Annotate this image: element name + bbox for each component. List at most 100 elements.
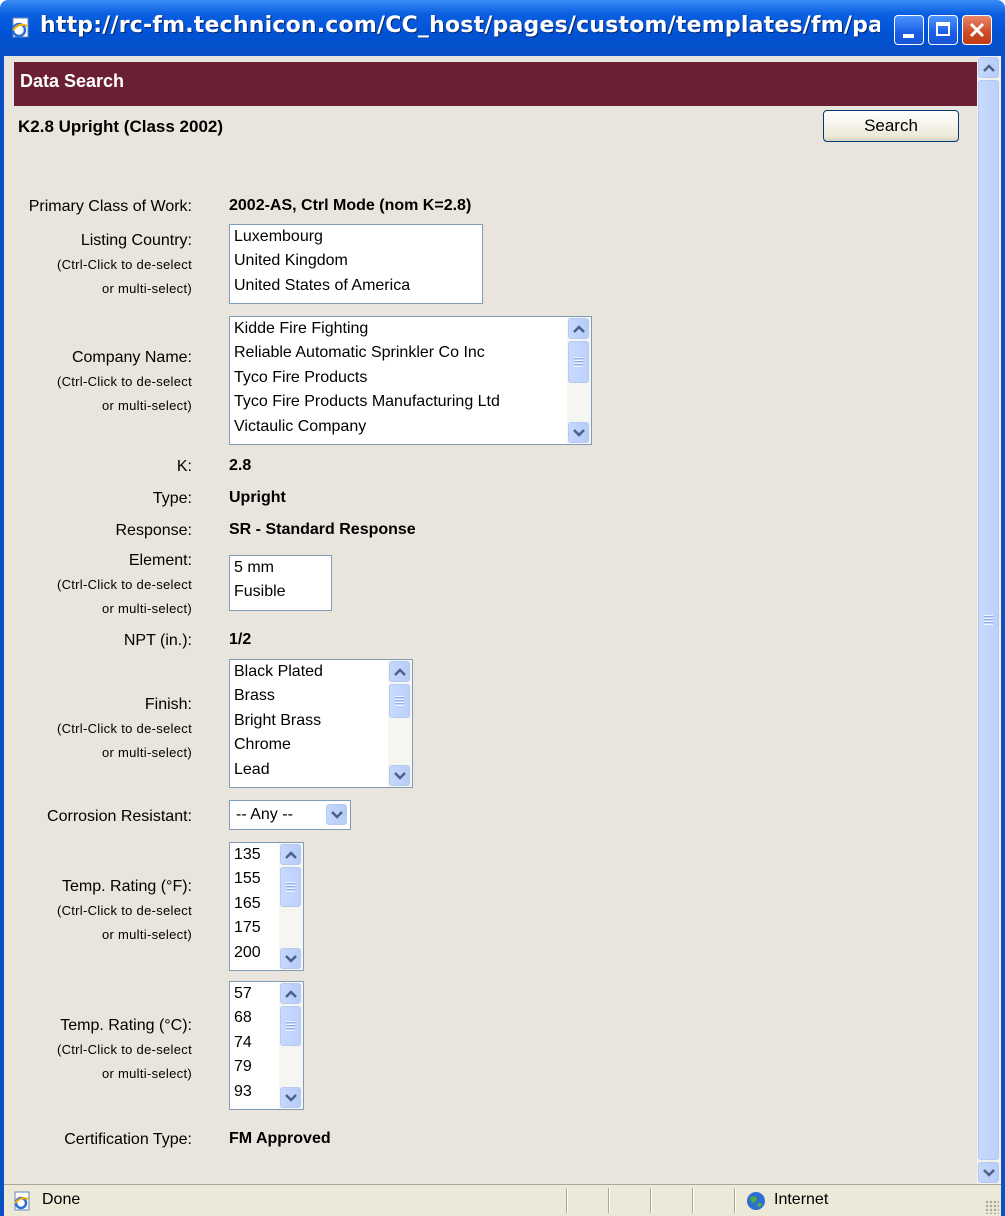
- type-value: Upright: [229, 489, 286, 506]
- primary-class-label: Primary Class of Work:: [28, 198, 192, 215]
- list-item[interactable]: Victaulic Company: [230, 415, 591, 439]
- temp-f-listbox[interactable]: 135 155 165 175 200: [229, 842, 304, 971]
- temp-f-label: Temp. Rating (°F):: [62, 878, 192, 895]
- scroll-thumb[interactable]: [280, 1006, 301, 1046]
- ie-page-icon: [14, 1191, 30, 1211]
- search-button[interactable]: Search: [823, 110, 959, 142]
- element-listbox[interactable]: 5 mm Fusible: [229, 555, 332, 611]
- element-hint-2: or multi-select): [101, 601, 192, 616]
- data-search-banner: Data Search: [14, 62, 977, 106]
- list-item[interactable]: Brass: [230, 684, 412, 708]
- certification-type-label: Certification Type:: [64, 1131, 192, 1148]
- page-scroll-down-button[interactable]: [978, 1162, 999, 1183]
- listing-country-listbox[interactable]: Luxembourg United Kingdom United States …: [229, 224, 483, 304]
- status-divider: [650, 1188, 652, 1213]
- scroll-down-button[interactable]: [389, 765, 410, 786]
- banner-title: Data Search: [20, 71, 125, 91]
- temp-c-label: Temp. Rating (°C):: [60, 1017, 192, 1034]
- close-button[interactable]: [962, 15, 992, 45]
- scroll-up-button[interactable]: [568, 318, 589, 339]
- chevron-down-icon: [983, 1169, 995, 1177]
- status-divider: [566, 1188, 568, 1213]
- scroll-thumb[interactable]: [568, 341, 589, 383]
- list-item[interactable]: Bright Brass: [230, 709, 412, 733]
- chevron-down-icon: [331, 811, 343, 819]
- scroll-thumb[interactable]: [389, 684, 410, 718]
- close-icon: [969, 22, 985, 38]
- temp-f-scrollbar[interactable]: [279, 843, 303, 970]
- temp-c-hint-1: (Ctrl-Click to de-select: [56, 1042, 192, 1057]
- chevron-up-icon: [285, 851, 297, 859]
- finish-label: Finish:: [144, 696, 192, 713]
- company-name-label: Company Name:: [71, 349, 192, 366]
- list-item[interactable]: Luxembourg: [230, 225, 482, 249]
- browser-client-area: Data Search K2.8 Upright (Class 2002) Se…: [4, 56, 1001, 1184]
- company-name-listbox[interactable]: Kidde Fire Fighting Reliable Automatic S…: [229, 316, 592, 445]
- scroll-up-button[interactable]: [280, 844, 301, 865]
- certification-type-value: FM Approved: [229, 1130, 331, 1147]
- chevron-up-icon: [573, 325, 585, 333]
- chevron-up-icon: [285, 990, 297, 998]
- element-hint-1: (Ctrl-Click to de-select: [56, 577, 192, 592]
- list-item[interactable]: Kidde Fire Fighting: [230, 317, 591, 341]
- status-divider: [692, 1188, 694, 1213]
- chevron-up-icon: [983, 64, 995, 72]
- list-item[interactable]: Tyco Fire Products Manufacturing Ltd: [230, 390, 591, 414]
- list-item[interactable]: Fusible: [230, 580, 331, 604]
- k-value: 2.8: [229, 457, 252, 474]
- company-name-hint-1: (Ctrl-Click to de-select: [56, 374, 192, 389]
- scroll-down-button[interactable]: [280, 948, 301, 969]
- npt-label: NPT (in.):: [123, 632, 192, 649]
- list-item[interactable]: Chrome: [230, 733, 412, 757]
- scroll-thumb[interactable]: [280, 867, 301, 907]
- window-title: http://rc-fm.technicon.com/CC_host/pages…: [40, 13, 880, 38]
- element-label: Element:: [128, 552, 192, 569]
- ie-page-icon: [11, 17, 29, 38]
- corrosion-resistant-label: Corrosion Resistant:: [47, 808, 192, 825]
- listing-country-hint-2: or multi-select): [101, 281, 192, 296]
- scroll-up-button[interactable]: [389, 661, 410, 682]
- chevron-down-icon: [394, 772, 406, 780]
- temp-f-hint-1: (Ctrl-Click to de-select: [56, 903, 192, 918]
- list-item[interactable]: Lead: [230, 758, 412, 782]
- resize-grip[interactable]: [985, 1200, 999, 1214]
- chevron-down-icon: [285, 1094, 297, 1102]
- chevron-up-icon: [394, 668, 406, 676]
- select-value: -- Any --: [236, 806, 293, 823]
- security-zone-label: Internet: [774, 1191, 829, 1208]
- primary-class-value: 2002-AS, Ctrl Mode (nom K=2.8): [229, 197, 472, 214]
- list-item[interactable]: United Kingdom: [230, 249, 482, 273]
- company-name-scrollbar[interactable]: [567, 317, 591, 444]
- list-item[interactable]: United States of America: [230, 274, 482, 298]
- temp-c-hint-2: or multi-select): [101, 1066, 192, 1081]
- list-item[interactable]: Tyco Fire Products: [230, 366, 591, 390]
- scroll-up-button[interactable]: [280, 983, 301, 1004]
- finish-hint-1: (Ctrl-Click to de-select: [56, 721, 192, 736]
- page-scroll-up-button[interactable]: [978, 57, 999, 78]
- dropdown-button[interactable]: [326, 804, 347, 825]
- minimize-button[interactable]: [894, 15, 924, 45]
- page-scrollbar[interactable]: [977, 56, 1001, 1184]
- page-scroll-thumb[interactable]: [978, 80, 999, 1160]
- scroll-down-button[interactable]: [568, 422, 589, 443]
- window-titlebar[interactable]: http://rc-fm.technicon.com/CC_host/pages…: [0, 0, 1005, 56]
- list-item[interactable]: 5 mm: [230, 556, 331, 580]
- chevron-down-icon: [285, 955, 297, 963]
- scroll-down-button[interactable]: [280, 1087, 301, 1108]
- listing-country-hint-1: (Ctrl-Click to de-select: [56, 257, 192, 272]
- k-label: K:: [176, 458, 192, 475]
- list-item[interactable]: Reliable Automatic Sprinkler Co Inc: [230, 341, 591, 365]
- finish-listbox[interactable]: Black Plated Brass Bright Brass Chrome L…: [229, 659, 413, 788]
- chevron-down-icon: [573, 429, 585, 437]
- status-text: Done: [42, 1191, 81, 1208]
- finish-scrollbar[interactable]: [388, 660, 412, 787]
- type-label: Type:: [152, 490, 192, 507]
- temp-c-listbox[interactable]: 57 68 74 79 93: [229, 981, 304, 1110]
- status-bar: Done Internet: [4, 1184, 1001, 1216]
- temp-c-scrollbar[interactable]: [279, 982, 303, 1109]
- company-name-hint-2: or multi-select): [101, 398, 192, 413]
- corrosion-resistant-select[interactable]: -- Any --: [229, 800, 351, 830]
- list-item[interactable]: Black Plated: [230, 660, 412, 684]
- status-divider: [734, 1188, 736, 1213]
- maximize-button[interactable]: [928, 15, 958, 45]
